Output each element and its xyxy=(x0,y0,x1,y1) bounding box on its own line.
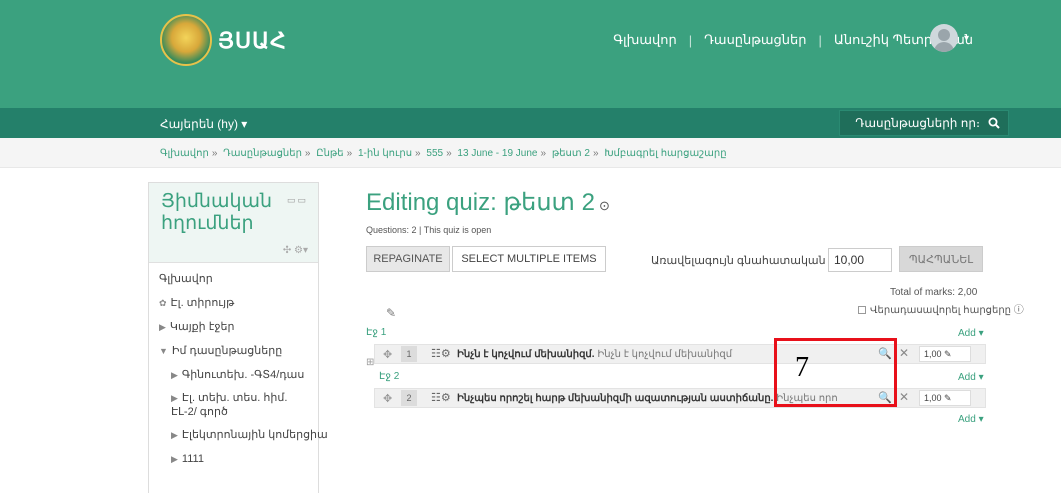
sidebar-item-label: Էլեկտրոնային կոմերցիա xyxy=(181,429,328,441)
course-search-input[interactable]: Դասընթացների որ։ xyxy=(839,110,1009,136)
question-text-preview: Ինչն է կոչվում մեխանիզմ xyxy=(597,349,733,360)
avatar[interactable] xyxy=(930,24,958,52)
dashboard-icon: ✿ xyxy=(159,298,167,308)
breadcrumb-item[interactable]: Խմբագրել հարցաշարը xyxy=(604,148,726,159)
sidebar-item-label: Գինուտեխ. -ԳՏ4/դաս xyxy=(181,369,305,381)
add-menu-page-1[interactable]: Add ▾ xyxy=(958,328,984,339)
expand-arrow-icon: ▶ xyxy=(159,322,166,332)
shuffle-checkbox[interactable] xyxy=(858,306,866,315)
question-mark-field[interactable]: 1,00 ✎ xyxy=(919,346,971,362)
max-grade-input[interactable]: 10,00 xyxy=(828,248,892,272)
annotation-box xyxy=(774,338,897,407)
repaginate-button[interactable]: REPAGINATE xyxy=(366,246,450,272)
question-type-icon: ☷⚙ xyxy=(431,392,451,404)
sidebar-item-label: Կայքի էջեր xyxy=(169,321,235,333)
logo-emblem-icon xyxy=(160,14,212,66)
annotation-number: 7 xyxy=(795,352,809,383)
delete-x-icon[interactable]: ✕ xyxy=(899,346,909,360)
nav-home-link[interactable]: Գլխավոր xyxy=(613,32,676,48)
sidebar-item-course[interactable]: ▶ Էլեկտրոնային կոմերցիա xyxy=(159,423,328,447)
sidebar-item-dashboard[interactable]: ✿ Էլ. տիրույթ xyxy=(159,291,308,315)
question-number: 1 xyxy=(401,346,417,362)
page-1-label: Էջ 1 xyxy=(366,327,387,338)
nav-courses-link[interactable]: Դասընթացներ xyxy=(704,32,806,48)
sidebar-item-my-courses[interactable]: ▼ Իմ դասընթացները xyxy=(159,339,308,363)
delete-x-icon[interactable]: ✕ xyxy=(899,390,909,404)
search-icon[interactable] xyxy=(988,117,1000,129)
quiz-info: Questions: 2 | This quiz is open xyxy=(366,225,492,235)
sidebar-item-course[interactable]: ▶ Գինուտեխ. -ԳՏ4/դաս xyxy=(159,363,308,387)
expand-arrow-icon: ▶ xyxy=(171,393,178,403)
block-settings-gear-icon[interactable]: ✣ ⚙▾ xyxy=(283,245,308,256)
sidebar-item-label: Էլ. տեխ. տես. հիմ. ԷԼ-2/ գործ xyxy=(171,392,288,418)
add-menu-page-2[interactable]: Add ▾ xyxy=(958,372,984,383)
breadcrumb-item[interactable]: 13 June - 19 June xyxy=(457,148,537,159)
nav-separator: | xyxy=(818,32,822,48)
block-dock-icon[interactable]: ▭▭ xyxy=(287,195,308,206)
shuffle-toggle[interactable]: Վերադասավորել հարցերը ⓘ xyxy=(858,301,1024,316)
breadcrumb-item[interactable]: թեստ 2 xyxy=(552,148,590,159)
move-handle-icon[interactable]: ✥ xyxy=(383,348,392,361)
breadcrumb-item[interactable]: 1-ին կուրս xyxy=(358,148,412,159)
breadcrumb-separator: » xyxy=(446,148,452,159)
total-marks: Total of marks: 2,00 xyxy=(890,287,978,298)
site-name[interactable]: ՅՍԱՀ xyxy=(218,28,287,54)
shuffle-label: Վերադասավորել հարցերը xyxy=(870,305,1012,316)
sidebar-item-home[interactable]: Գլխավոր xyxy=(159,267,308,291)
page-2-label: Էջ 2 xyxy=(379,371,400,382)
expand-arrow-icon: ▶ xyxy=(171,430,178,440)
page-title: Editing quiz: թեստ 2 ⊙ xyxy=(366,188,610,217)
page-break-icon[interactable]: ⊞ xyxy=(366,357,374,368)
sidebar-item-label: 1111 xyxy=(181,453,204,465)
block-nav-list: Գլխավոր ✿ Էլ. տիրույթ ▶ Կայքի էջեր ▼ Իմ դաս… xyxy=(149,263,328,475)
sidebar-item-label: Իմ դասընթացները xyxy=(171,345,283,357)
breadcrumb-separator: » xyxy=(415,148,421,159)
question-mark-field[interactable]: 1,00 ✎ xyxy=(919,390,971,406)
sidebar-item-course[interactable]: ▶ Էլ. տեխ. տես. հիմ. ԷԼ-2/ գործ xyxy=(159,387,308,423)
help-icon[interactable]: ⊙ xyxy=(599,198,610,213)
course-search-placeholder: Դասընթացների որ։ xyxy=(855,116,980,130)
breadcrumb: Գլխավոր» Դասընթացներ» Ընթե» 1-ին կուրս» … xyxy=(160,148,727,159)
expand-arrow-icon: ▶ xyxy=(171,370,178,380)
breadcrumb-separator: » xyxy=(211,148,218,159)
sidebar-item-label: Գլխավոր xyxy=(159,273,213,285)
save-button[interactable]: ՊԱՀՊԱՆԵԼ xyxy=(899,246,983,272)
select-multiple-button[interactable]: SELECT MULTIPLE ITEMS xyxy=(452,246,606,272)
breadcrumb-item[interactable]: Գլխավոր xyxy=(160,148,209,159)
subheader-band xyxy=(0,81,1061,108)
user-menu-caret-icon[interactable]: ▾ xyxy=(964,33,969,44)
max-grade-label: Առավելագույն գնահատական xyxy=(651,255,826,267)
language-menu[interactable]: Հայերեն (hy) ▾ xyxy=(160,117,247,131)
sidebar-item-site-pages[interactable]: ▶ Կայքի էջեր xyxy=(159,315,308,339)
add-menu-end[interactable]: Add ▾ xyxy=(958,414,984,425)
question-number: 2 xyxy=(401,390,417,406)
navigation-block: Յիմնական հղումներ ▭▭ ✣ ⚙▾ Գլխավոր ✿ Էլ. տ… xyxy=(148,182,328,493)
breadcrumb-item[interactable]: 555 xyxy=(426,148,443,159)
question-mark-value: 1,00 xyxy=(924,349,942,359)
question-name: Ինչպես որոշել հարթ մեխանիզմի ազատության … xyxy=(457,393,774,404)
question-type-icon: ☷⚙ xyxy=(431,348,451,360)
block-title: Յիմնական հղումներ xyxy=(161,191,273,234)
breadcrumb-item[interactable]: Ընթե xyxy=(316,148,343,159)
nav-separator: | xyxy=(688,32,693,48)
breadcrumb-separator: » xyxy=(540,148,547,159)
top-nav: Գլխավոր | Դասընթացներ | Անուշիկ Պետրոսյա… xyxy=(613,32,973,48)
collapse-arrow-icon: ▼ xyxy=(159,346,168,356)
page-title-text: Editing quiz: թեստ 2 xyxy=(366,189,595,216)
question-name: Ինչն է կոչվում մեխանիզմ. xyxy=(457,349,595,360)
expand-arrow-icon: ▶ xyxy=(171,454,178,464)
site-logo[interactable] xyxy=(160,14,212,66)
breadcrumb-separator: » xyxy=(592,148,599,159)
question-mark-value: 1,00 xyxy=(924,393,942,403)
breadcrumb-separator: » xyxy=(346,148,353,159)
edit-pencil-icon[interactable]: ✎ xyxy=(386,306,396,320)
breadcrumb-item[interactable]: Դասընթացներ xyxy=(223,148,302,159)
sidebar-item-label: Էլ. տիրույթ xyxy=(170,297,235,309)
breadcrumb-separator: » xyxy=(304,148,311,159)
block-header: Յիմնական հղումներ ▭▭ ✣ ⚙▾ xyxy=(149,183,318,263)
sidebar-item-course[interactable]: ▶ 1111 xyxy=(159,447,308,471)
help-icon[interactable]: ⓘ xyxy=(1014,305,1024,316)
move-handle-icon[interactable]: ✥ xyxy=(383,392,392,405)
